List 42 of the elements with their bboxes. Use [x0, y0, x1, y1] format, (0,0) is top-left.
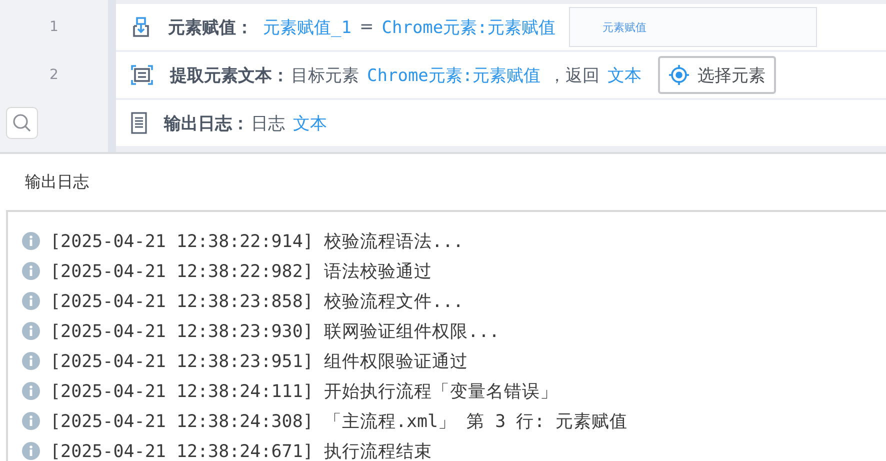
info-icon: [22, 412, 40, 430]
element-preview: 元素赋值: [569, 7, 818, 47]
step-row[interactable]: 输出日志：日志 文本: [116, 100, 886, 146]
step-text: ，返回: [548, 64, 600, 86]
line-number: 2: [50, 67, 58, 83]
log-entry: [2025-04-21 12:38:24:671] 执行流程结束: [50, 441, 432, 461]
panel-title: 输出日志: [24, 171, 90, 193]
info-icon: [22, 322, 40, 340]
document-icon: [130, 112, 148, 134]
step-text: =: [359, 17, 374, 37]
log-entry: [2025-04-21 12:38:22:982] 语法校验通过: [50, 261, 432, 283]
step-row[interactable]: 提取元素文本：目标元素 Chrome元素:元素赋值 ，返回 文本 选择元素: [116, 52, 886, 98]
log-entry: [2025-04-21 12:38:24:308] 「主流程.xml」 第 3 行: 元素赋值: [50, 411, 628, 433]
target-icon: [668, 64, 690, 86]
info-icon: [22, 352, 40, 370]
step-title: 输出日志：: [164, 112, 249, 134]
step-title: 元素赋值：: [168, 16, 253, 38]
log-entry: [2025-04-21 12:38:22:914] 校验流程语法...: [50, 231, 464, 253]
info-icon: [22, 232, 40, 250]
info-icon: [22, 442, 40, 460]
variable-link[interactable]: Chrome元素:元素赋值: [367, 64, 541, 86]
step-title: 提取元素文本：: [170, 64, 289, 86]
variable-link[interactable]: 元素赋值_1: [263, 16, 352, 38]
log-entry: [2025-04-21 12:38:23:858] 校验流程文件...: [50, 291, 464, 313]
search-button[interactable]: [6, 107, 38, 139]
download-box-icon: [130, 16, 152, 38]
variable-link[interactable]: Chrome元素:元素赋值: [382, 16, 556, 38]
info-icon: [22, 262, 40, 280]
step-text: 日志: [251, 112, 285, 134]
variable-link[interactable]: 文本: [608, 64, 642, 86]
info-icon: [22, 382, 40, 400]
step-text: 目标元素: [291, 64, 359, 86]
text-frame-icon: [130, 64, 154, 86]
log-entry: [2025-04-21 12:38:23:951] 组件权限验证通过: [50, 351, 468, 373]
step-row[interactable]: 元素赋值： 元素赋值_1 = Chrome元素:元素赋值 元素赋值: [116, 4, 886, 50]
log-entry: [2025-04-21 12:38:23:930] 联网验证组件权限...: [50, 321, 500, 343]
log-entry: [2025-04-21 12:38:24:111] 开始执行流程「变量名错误」: [50, 381, 558, 403]
search-icon: [12, 113, 32, 133]
line-number: 1: [50, 19, 58, 35]
info-icon: [22, 292, 40, 310]
variable-link[interactable]: 文本: [293, 112, 327, 134]
select-element-button[interactable]: 选择元素: [658, 56, 776, 94]
